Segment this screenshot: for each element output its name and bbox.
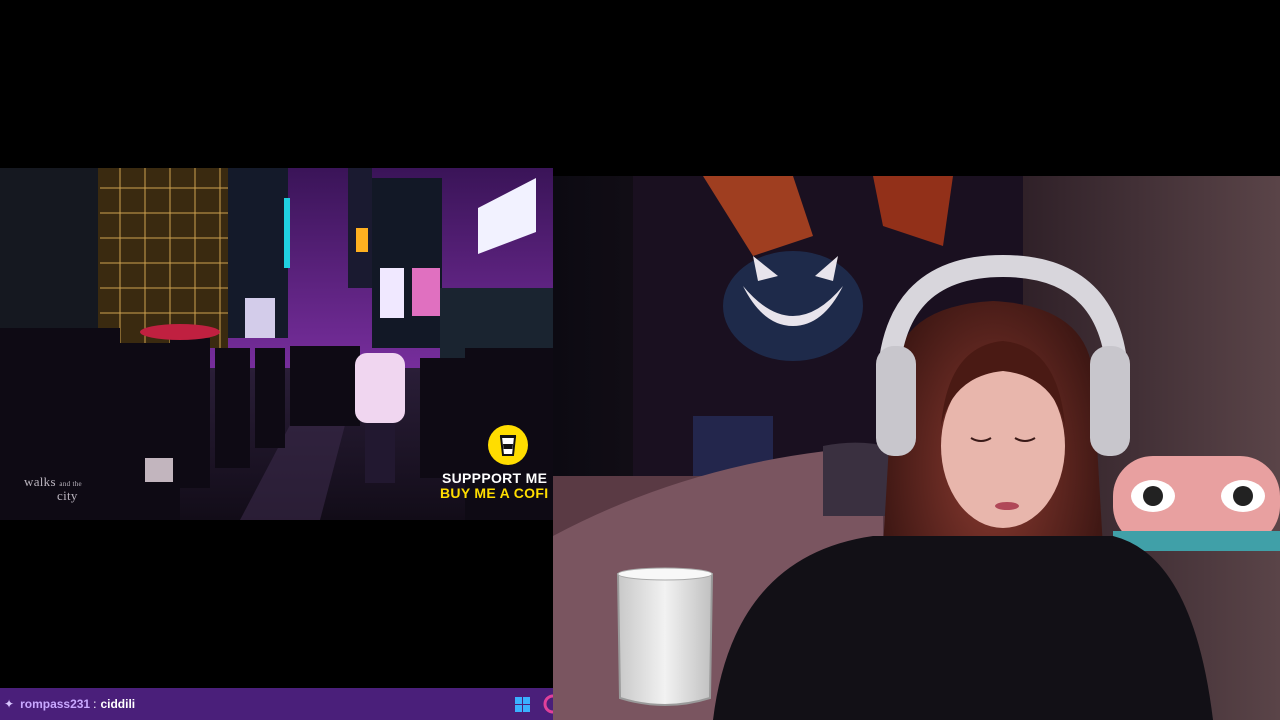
- taskbar-app-icon[interactable]: [543, 694, 553, 714]
- support-overlay[interactable]: SUPPPORT ME BUY ME A COFI: [438, 425, 558, 505]
- watermark-text: walks: [24, 474, 56, 489]
- glass-overlay: [614, 566, 716, 712]
- chat-bar: ✦ rompass231 : ciddili: [0, 688, 553, 720]
- windows-icon[interactable]: [515, 697, 530, 712]
- coffee-cup-icon: [488, 425, 528, 465]
- video-watermark: walks and the city: [24, 474, 82, 503]
- sparkle-icon: ✦: [4, 697, 15, 711]
- buy-me-a-coffee-text: BUY ME A COFI: [440, 485, 549, 501]
- watermark-small-text: and the: [59, 480, 82, 488]
- support-me-text: SUPPPORT ME: [442, 470, 548, 486]
- chat-username[interactable]: rompass231: [20, 697, 90, 711]
- watermark-line2: city: [57, 488, 78, 503]
- chat-separator: :: [93, 697, 97, 711]
- chat-message: ciddili: [100, 697, 136, 711]
